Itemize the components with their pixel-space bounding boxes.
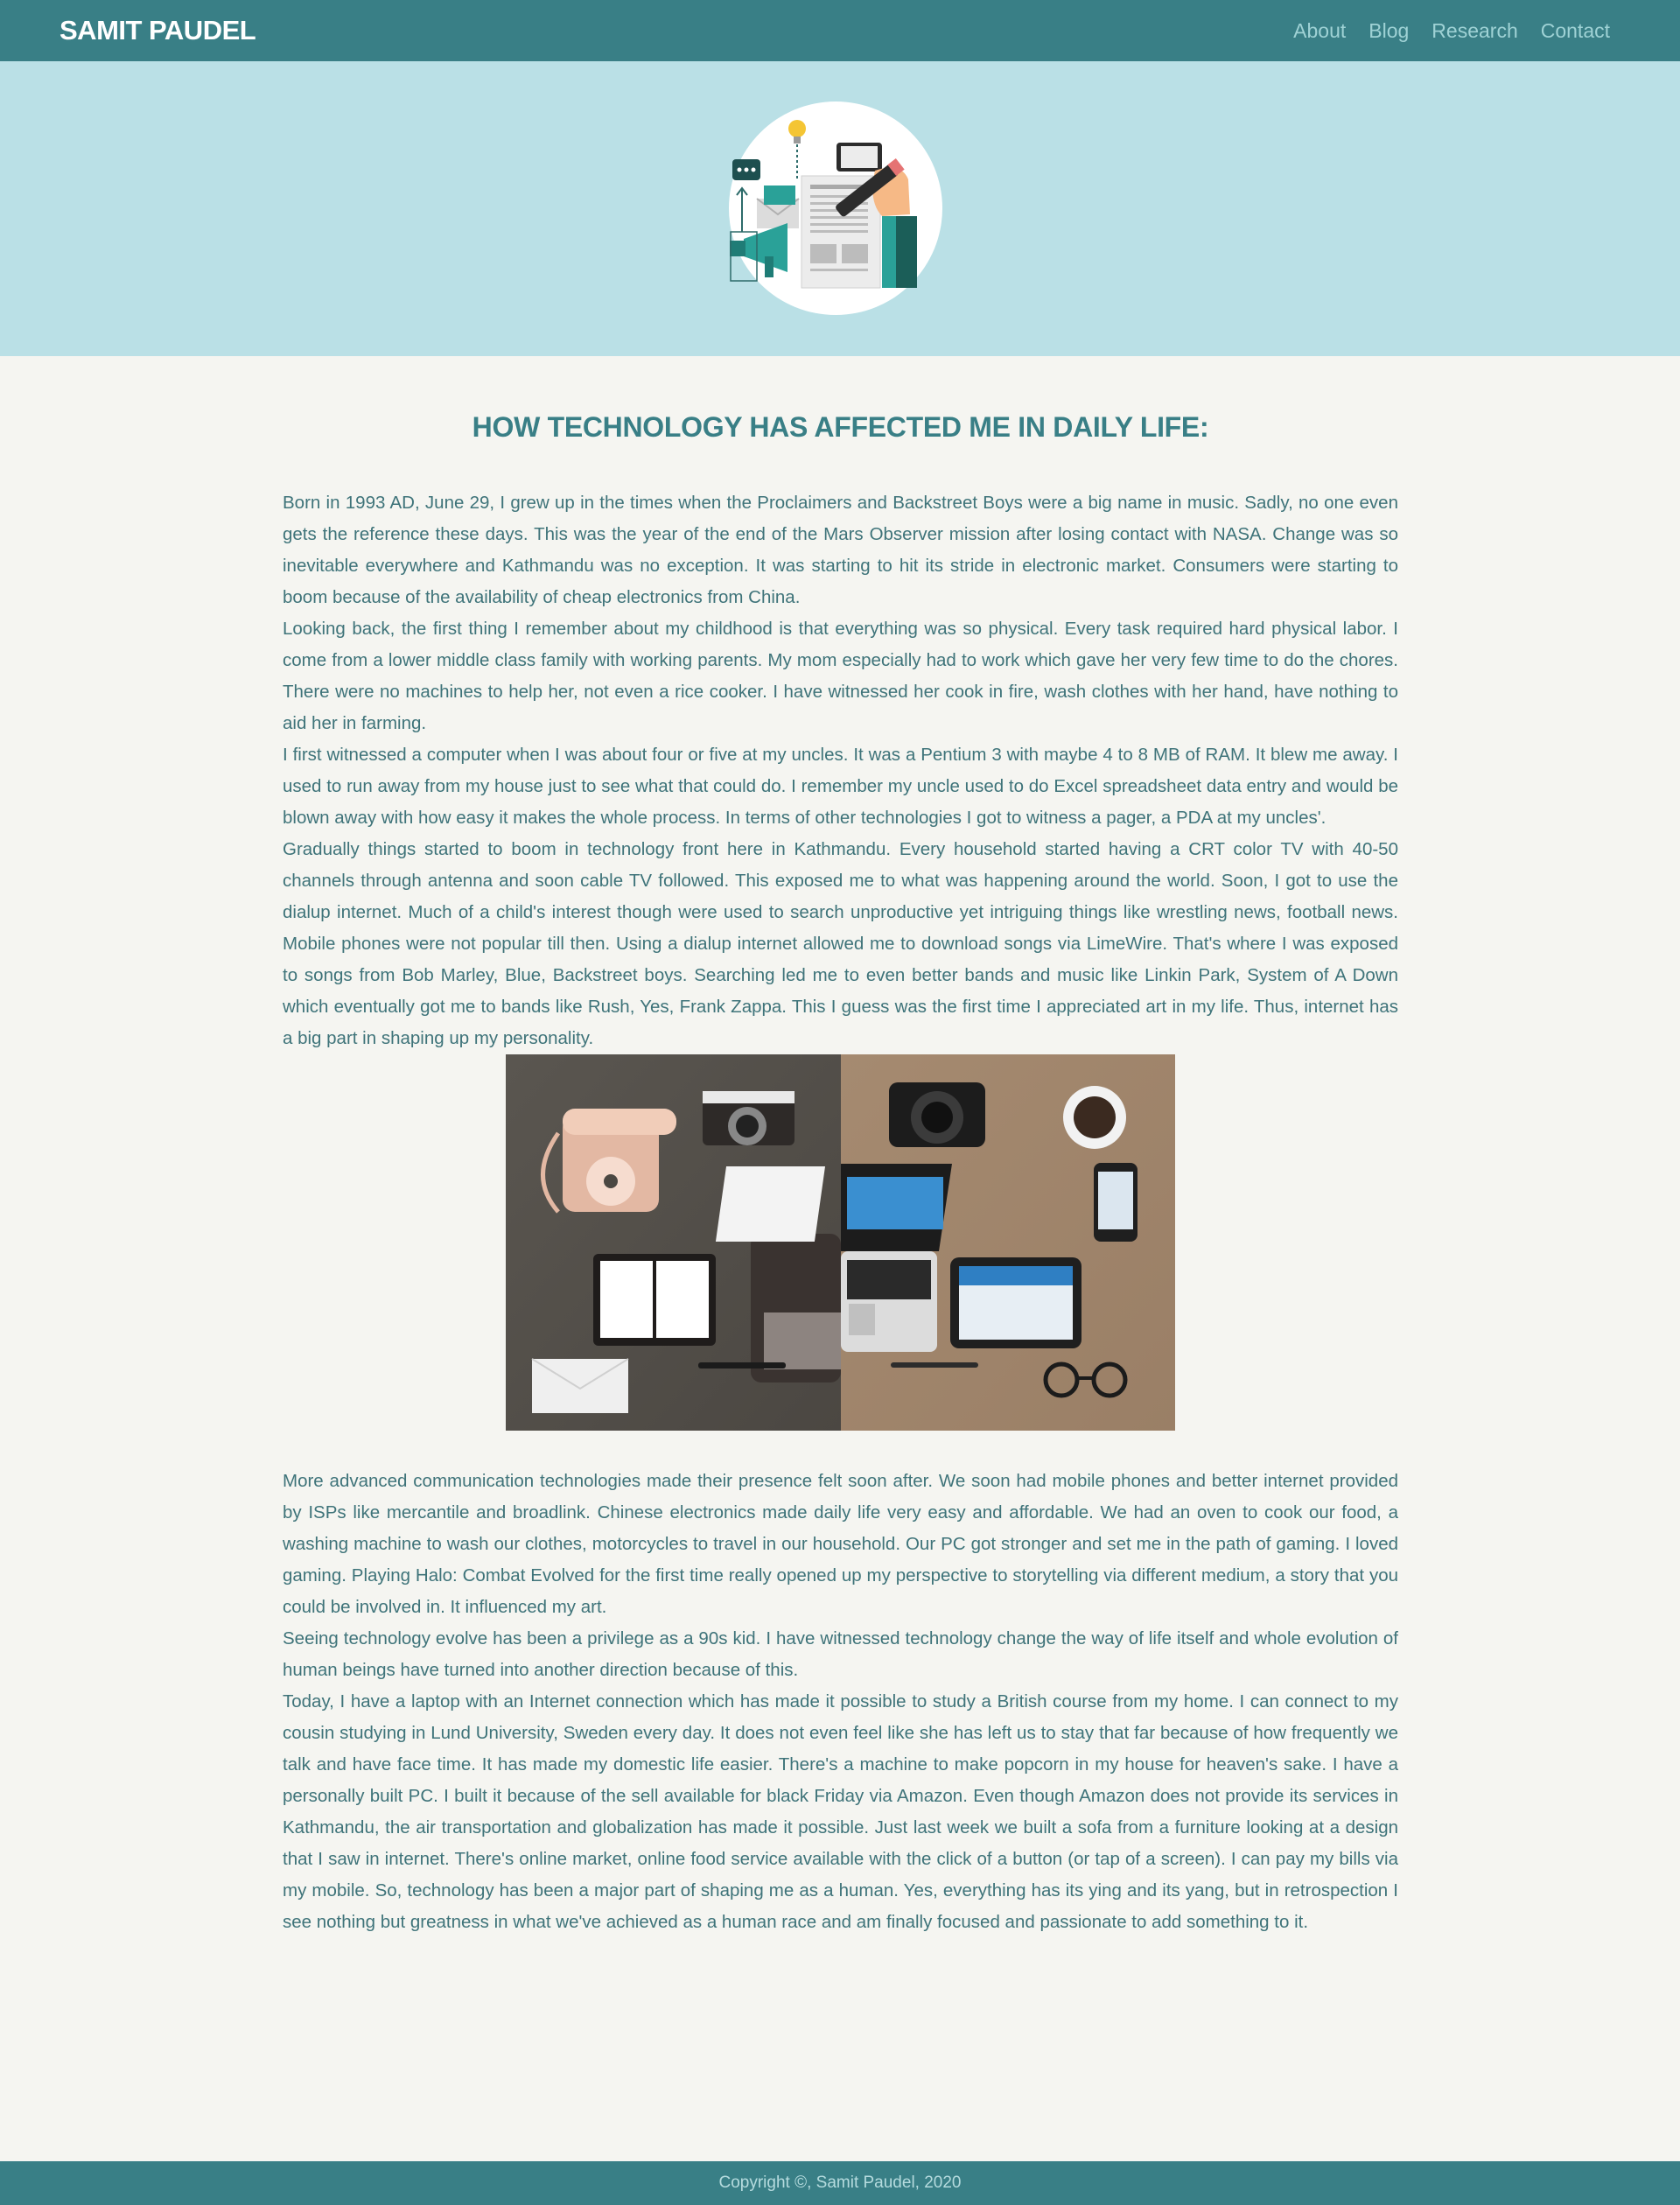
nav-links: About Blog Research Contact <box>1293 19 1610 43</box>
technology-evolution-image <box>506 1054 1175 1431</box>
article-paragraph-6: Seeing technology evolve has been a priv… <box>283 1628 1398 1680</box>
article-paragraph-4: Gradually things started to boom in tech… <box>283 839 1398 1048</box>
nav-link-contact[interactable]: Contact <box>1541 19 1610 43</box>
nav-link-blog[interactable]: Blog <box>1368 19 1409 43</box>
nav-link-research[interactable]: Research <box>1432 19 1517 43</box>
article-paragraph-7: Today, I have a laptop with an Internet … <box>283 1691 1398 1932</box>
article-paragraph-3: I first witnessed a computer when I was … <box>283 745 1398 828</box>
article: HOW TECHNOLOGY HAS AFFECTED ME IN DAILY … <box>283 356 1398 1938</box>
hero-banner <box>0 61 1680 356</box>
article-paragraph-2: Looking back, the first thing I remember… <box>283 619 1398 733</box>
article-paragraph-1: Born in 1993 AD, June 29, I grew up in t… <box>283 493 1398 607</box>
hero-illustration <box>729 102 942 315</box>
copyright-text: Copyright ©, Samit Paudel, 2020 <box>718 2174 962 2192</box>
top-navbar: SAMIT PAUDEL About Blog Research Contact <box>0 0 1680 61</box>
brand-logo-link[interactable]: SAMIT PAUDEL <box>60 15 256 46</box>
nav-link-about[interactable]: About <box>1293 19 1346 43</box>
article-title: HOW TECHNOLOGY HAS AFFECTED ME IN DAILY … <box>472 411 1209 443</box>
page-footer: Copyright ©, Samit Paudel, 2020 <box>0 2161 1680 2205</box>
article-paragraph-5: More advanced communication technologies… <box>283 1471 1398 1617</box>
